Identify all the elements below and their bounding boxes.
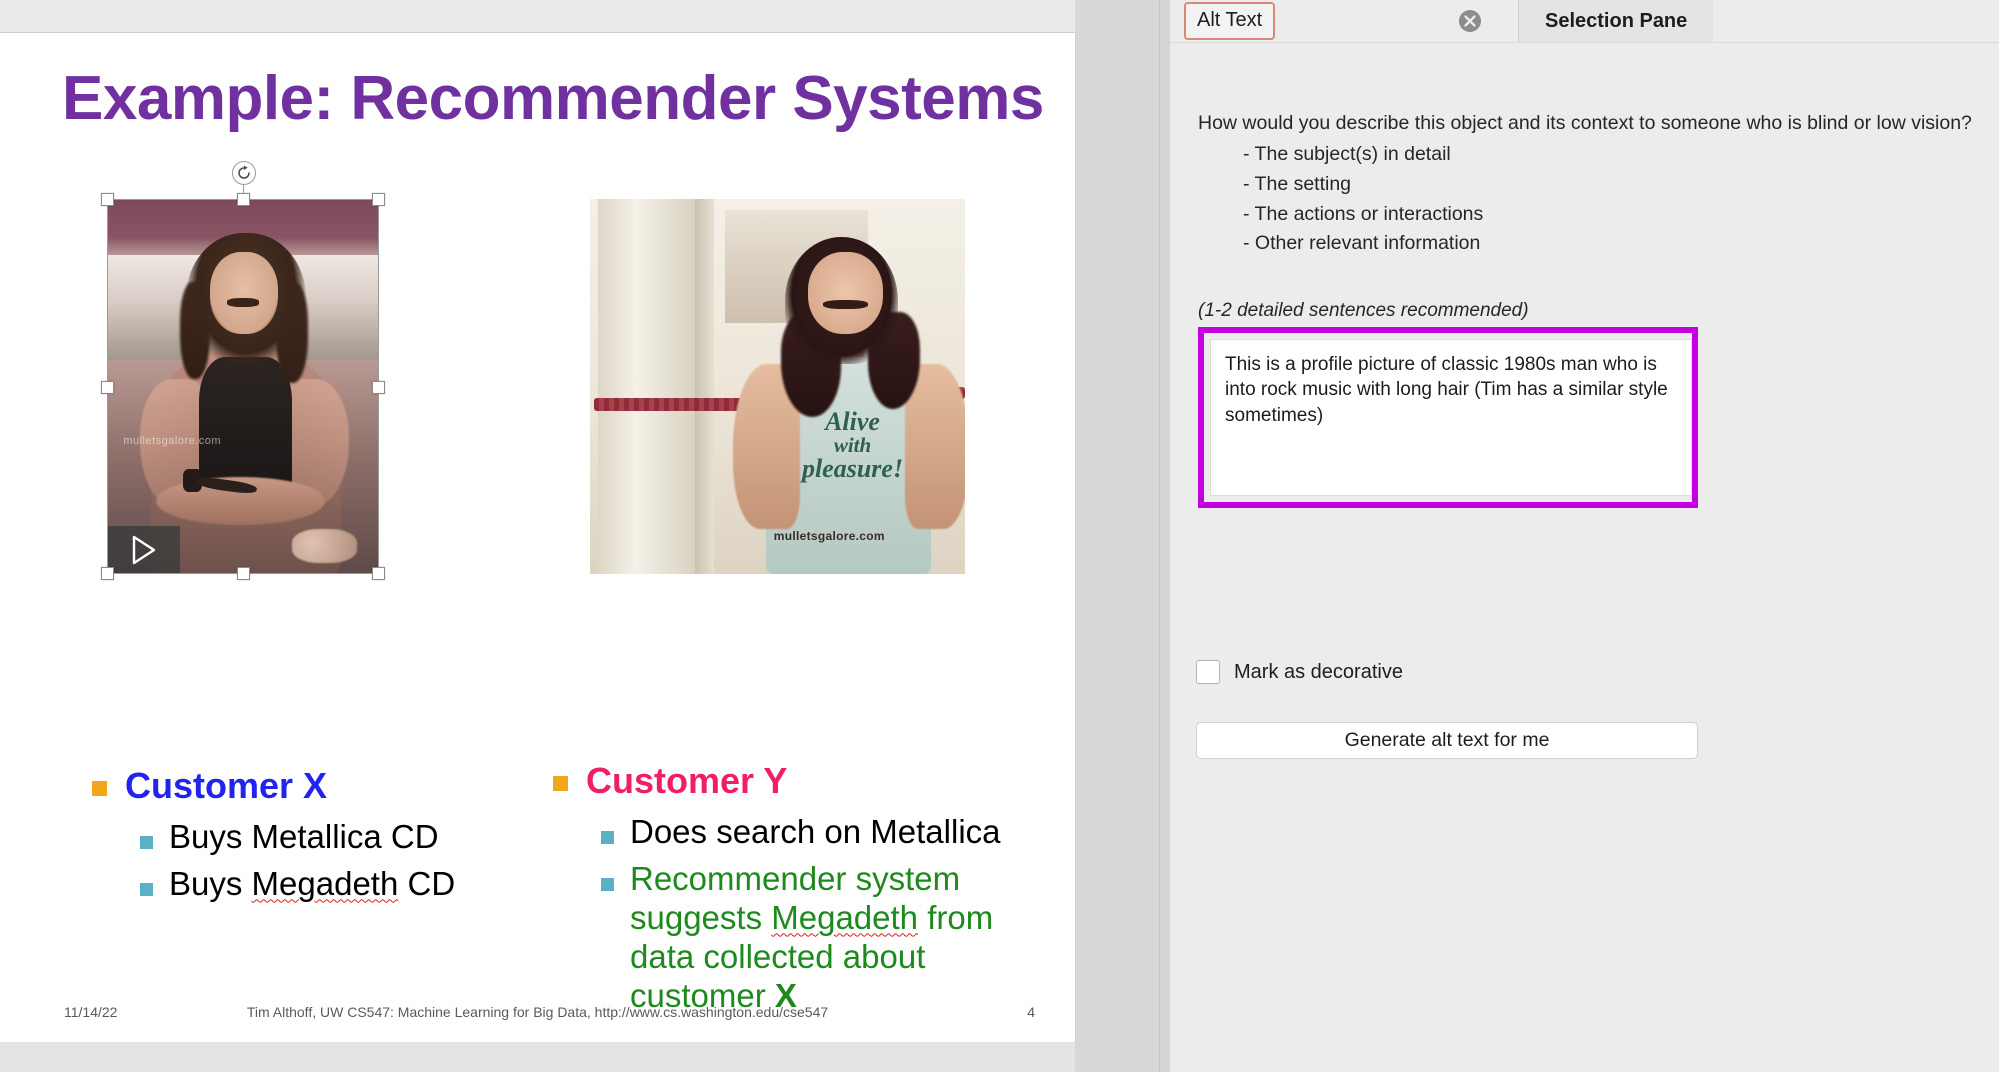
task-pane-tab-divider [1170, 42, 1999, 43]
slide-top-margin [0, 0, 1075, 33]
left-picture-face [210, 251, 279, 334]
shirt-text-line-1: Alive [825, 407, 880, 436]
close-circle-icon[interactable] [1455, 6, 1485, 36]
bullet-square-icon [601, 878, 614, 892]
left-bullet-text-1: Buys Metallica CD [169, 818, 439, 856]
right-picture-watermark: mulletsgalore.com [773, 529, 885, 543]
mark-as-decorative-label: Mark as decorative [1234, 660, 1403, 683]
mark-as-decorative-row[interactable]: Mark as decorative [1196, 660, 1403, 684]
resize-handle-middle-left[interactable] [101, 380, 114, 394]
tab-selection-pane[interactable]: Selection Pane [1518, 0, 1714, 42]
bullet-level2-buys-metallica: Buys Metallica CD [140, 818, 562, 857]
bullet-level2-does-search: Does search on Metallica [601, 813, 1053, 852]
resize-handle-bottom-left[interactable] [101, 567, 114, 580]
powerpoint-window: Example: Recommender Systems mulletsgalo… [0, 0, 1999, 1072]
left-picture-content: mulletsgalore.com [107, 199, 379, 574]
bullet-level2-buys-megadeth: Buys Megadeth CD [140, 865, 562, 904]
left-picture-mustache [226, 298, 260, 307]
bullet-square-icon [140, 883, 153, 897]
alt-text-hint: (1-2 detailed sentences recommended) [1198, 300, 1529, 321]
resize-handle-top-right[interactable] [372, 193, 385, 206]
footer-date: 11/14/22 [64, 1004, 118, 1020]
right-picture-shirt-text: Alive with pleasure! [789, 409, 917, 482]
resize-handle-bottom-center[interactable] [237, 567, 250, 580]
left-bullet-text-2-misspelled: Megadeth [251, 865, 399, 903]
right-picture-doorframe-edge [695, 199, 714, 574]
slide-footer: 11/14/22 Tim Althoff, UW CS547: Machine … [0, 1004, 1075, 1028]
left-picture-object[interactable]: mulletsgalore.com [101, 161, 385, 580]
footer-attribution: Tim Althoff, UW CS547: Machine Learning … [246, 1004, 829, 1020]
right-picture-doorframe [597, 199, 695, 574]
mark-as-decorative-checkbox[interactable] [1196, 660, 1220, 684]
resize-handle-bottom-right[interactable] [372, 567, 385, 580]
alt-text-task-pane: Alt Text Selection Pane How would you de… [1159, 0, 1999, 1072]
alt-text-prompt-item-4: - Other relevant information [1243, 232, 1481, 255]
alt-text-prompt-item-3: - The actions or interactions [1243, 202, 1484, 225]
alt-text-prompt-item-2: - The setting [1243, 172, 1352, 195]
left-picture-watermark: mulletsgalore.com [123, 435, 222, 448]
footer-page-number: 4 [1027, 1004, 1035, 1020]
slide-editor-area: Example: Recommender Systems mulletsgalo… [0, 0, 1159, 1072]
right-bullet-text-2-misspelled: Megadeth [771, 899, 919, 937]
right-picture-object[interactable]: Alive with pleasure! mulletsgalore.com [590, 199, 965, 574]
generate-alt-text-button[interactable]: Generate alt text for me [1196, 722, 1698, 759]
slide-right-gutter [1075, 0, 1159, 1072]
shirt-text-line-3: pleasure! [801, 454, 904, 483]
shirt-text-line-2: with [833, 433, 872, 457]
left-bullet-text-2-suffix: CD [398, 865, 456, 903]
bullet-square-icon [140, 836, 153, 850]
task-pane-inner: Alt Text Selection Pane How would you de… [1170, 0, 1999, 1072]
resize-handle-middle-right[interactable] [372, 380, 385, 394]
alt-text-prompt-item-1: - The subject(s) in detail [1243, 143, 1451, 166]
task-pane-tab-strip: Alt Text Selection Pane [1170, 0, 1999, 42]
bullet-level1-customer-y: Customer Y [553, 760, 1053, 801]
right-picture-mustache [822, 300, 868, 310]
alt-text-prompt: How would you describe this object and i… [1198, 109, 1994, 259]
right-bullet-column[interactable]: Customer Y Does search on Metallica Reco… [553, 760, 1053, 1024]
slide-bottom-margin [0, 1042, 1075, 1072]
right-bullet-text-2: Recommender system suggests Megadeth fro… [630, 860, 1053, 1016]
left-picture-hands [291, 529, 358, 563]
bullet-level1-customer-x: Customer X [92, 765, 562, 806]
customer-y-heading: Customer Y [586, 760, 788, 801]
left-bullet-column[interactable]: Customer X Buys Metallica CD Buys Megade… [92, 765, 562, 912]
right-picture-face [807, 251, 883, 334]
slide-title[interactable]: Example: Recommender Systems [62, 63, 1062, 134]
slide-canvas[interactable]: Example: Recommender Systems mulletsgalo… [0, 33, 1075, 1042]
alt-text-input[interactable]: This is a profile picture of classic 198… [1210, 339, 1692, 496]
resize-handle-top-center[interactable] [237, 193, 250, 206]
alt-text-prompt-list: - The subject(s) in detail - The setting… [1198, 140, 1994, 259]
task-pane-left-rail [1160, 0, 1170, 1072]
bullet-level2-recommender: Recommender system suggests Megadeth fro… [601, 860, 1053, 1016]
play-button-overlay[interactable] [107, 526, 180, 574]
alt-text-highlight-ring: This is a profile picture of classic 198… [1198, 327, 1698, 508]
tab-alt-text[interactable]: Alt Text [1184, 2, 1276, 40]
left-bullet-text-2: Buys Megadeth CD [169, 865, 455, 904]
rotate-handle-icon[interactable] [232, 161, 256, 185]
left-bullet-text-2-prefix: Buys [169, 865, 252, 903]
resize-handle-top-left[interactable] [101, 193, 114, 206]
right-bullet-text-1: Does search on Metallica [630, 813, 1001, 851]
customer-x-heading: Customer X [125, 765, 328, 806]
bullet-square-icon [92, 781, 107, 796]
alt-text-prompt-question: How would you describe this object and i… [1198, 112, 1972, 134]
bullet-square-icon [553, 776, 568, 791]
bullet-square-icon [601, 831, 614, 845]
play-triangle-icon [129, 534, 159, 566]
